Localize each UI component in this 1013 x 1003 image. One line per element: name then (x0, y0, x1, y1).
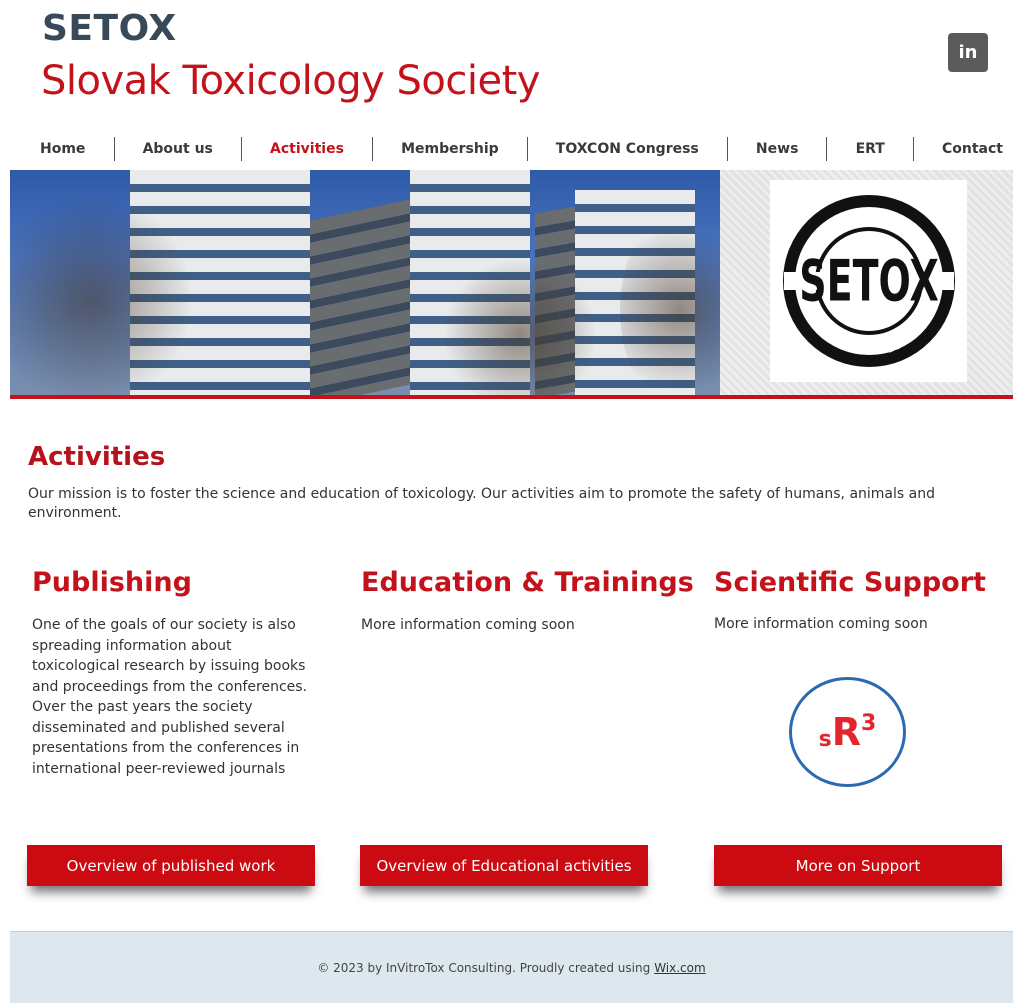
scientific-support-title: Scientific Support (714, 567, 986, 598)
seal-center-text: SETOX (799, 249, 938, 315)
footer-text: © 2023 by InVitroTox Consulting. Proudly… (317, 960, 651, 975)
education-title: Education & Trainings (361, 567, 694, 598)
setox-logo: Slovenská toxikologická spoločnosť Slova… (770, 180, 967, 382)
educational-activities-button[interactable]: Overview of Educational activities (360, 845, 648, 886)
nav-item-ert[interactable]: ERT (856, 141, 885, 157)
nav-separator (113, 137, 115, 161)
nav-separator (526, 137, 528, 161)
logo-area: Slovenská toxikologická spoločnosť Slova… (720, 170, 1013, 395)
site-subtitle[interactable]: Slovak Toxicology Society (41, 58, 540, 104)
nav-separator (240, 137, 242, 161)
nav-separator (912, 137, 914, 161)
building-middle-dark (310, 199, 410, 395)
nav-item-news[interactable]: News (756, 141, 798, 157)
linkedin-icon-label: in (958, 42, 978, 63)
banner-divider (10, 395, 1013, 399)
sr3-s: s (818, 726, 832, 752)
main-nav: Home About us Activities Membership TOXC… (10, 132, 1013, 166)
page-title: Activities (28, 442, 166, 472)
site-name[interactable]: SETOX (42, 8, 177, 49)
nav-separator (826, 137, 828, 161)
support-button[interactable]: More on Support (714, 845, 1002, 886)
nav-item-contact[interactable]: Contact (942, 141, 1003, 157)
nav-item-home[interactable]: Home (40, 141, 85, 157)
education-text: More information coming soon (361, 617, 575, 633)
nav-separator (726, 137, 728, 161)
nav-item-about-us[interactable]: About us (143, 141, 213, 157)
setox-seal-icon: Slovenská toxikologická spoločnosť Slova… (776, 188, 955, 367)
footer: © 2023 by InVitroTox Consulting. Proudly… (10, 931, 1013, 1003)
nav-item-activities[interactable]: Activities (270, 141, 344, 157)
sr3-exponent: 3 (861, 710, 877, 736)
nav-item-membership[interactable]: Membership (401, 141, 499, 157)
header-banner: Slovenská toxikologická spoločnosť Slova… (10, 170, 1013, 395)
publishing-title: Publishing (32, 567, 192, 598)
wix-link[interactable]: Wix.com (654, 961, 705, 975)
sr3-logo[interactable]: s R 3 (789, 677, 906, 787)
sr3-r: R (831, 710, 862, 754)
nav-separator (372, 137, 373, 161)
nav-item-toxcon-congress[interactable]: TOXCON Congress (556, 141, 699, 157)
page-description: Our mission is to foster the science and… (28, 486, 935, 521)
scientific-support-text: More information coming soon (714, 616, 928, 632)
building-photo (10, 170, 740, 395)
linkedin-icon[interactable]: in (948, 33, 988, 72)
published-work-button[interactable]: Overview of published work (27, 845, 315, 886)
publishing-text: One of the goals of our society is also … (32, 617, 308, 777)
